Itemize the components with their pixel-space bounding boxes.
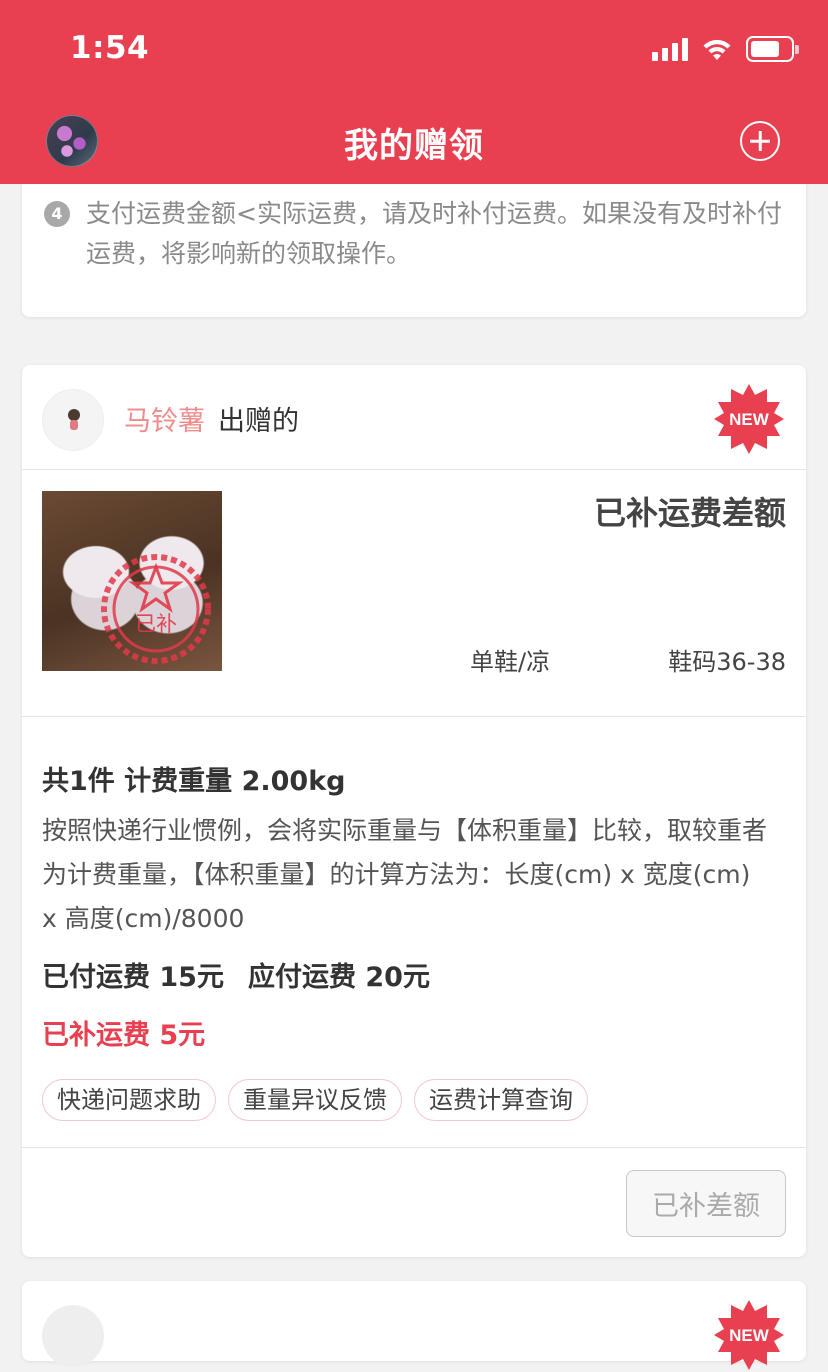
order-actions: 已补差额: [22, 1147, 806, 1257]
next-new-badge: NEW: [714, 1300, 784, 1370]
next-giver-avatar[interactable]: [42, 1305, 104, 1367]
order-card: 马铃薯 出赠的 NEW 已补 已补运费差额 单鞋/凉 鞋码36-38 共1件 计…: [22, 365, 806, 1257]
status-time: 1:54: [70, 30, 150, 66]
paid-fee: 已付运费 15元: [42, 962, 224, 993]
giver-suffix: 出赠的: [218, 406, 299, 437]
fee-line: 已付运费 15元 应付运费 20元: [42, 955, 430, 994]
giver-row[interactable]: 马铃薯 出赠的 NEW: [22, 365, 806, 470]
giver-avatar[interactable]: [42, 389, 104, 451]
status-indicators: [652, 36, 799, 62]
notice-item: 4 支付运费金额<实际运费，请及时补付运费。如果没有及时补付运费，将影响新的领取…: [44, 194, 786, 274]
item-photo[interactable]: 已补: [42, 491, 222, 671]
new-badge: NEW: [714, 384, 784, 454]
giver-name[interactable]: 马铃薯: [124, 399, 205, 438]
next-order-card: NEW: [22, 1281, 806, 1370]
paid-difference-button[interactable]: 已补差额: [626, 1170, 786, 1237]
stamp-label: 已补: [135, 612, 177, 636]
item-row[interactable]: 已补 已补运费差额 单鞋/凉 鞋码36-38: [22, 470, 806, 717]
notice-number-badge: 4: [44, 201, 70, 227]
new-badge-label: NEW: [729, 410, 770, 429]
help-tags: 快递问题求助 重量异议反馈 运费计算查询: [42, 1079, 588, 1121]
wifi-icon: [703, 39, 731, 60]
item-type: 单鞋/凉: [470, 648, 551, 676]
battery-icon: [746, 36, 799, 62]
tag-fee-calculator[interactable]: 运费计算查询: [414, 1079, 588, 1121]
add-button[interactable]: [740, 121, 780, 161]
due-fee: 应付运费 20元: [247, 962, 430, 993]
header: 1:54 我的赠领: [0, 0, 828, 184]
stamp-icon: 已补: [101, 554, 211, 664]
item-status: 已补运费差额: [593, 494, 786, 532]
extra-fee: 已补运费 5元: [42, 1020, 206, 1051]
notice-text: 支付运费金额<实际运费，请及时补付运费。如果没有及时补付运费，将影响新的领取操作…: [86, 199, 782, 268]
weight-explanation: 按照快递行业惯例，会将实际重量与【体积重量】比较，取较重者为计费重量，【体积重量…: [42, 816, 768, 933]
cellular-signal-icon: [652, 37, 688, 61]
page-title: 我的赠领: [344, 126, 484, 166]
weight-summary: 共1件 计费重量 2.00kg: [42, 766, 346, 797]
tag-shipping-help[interactable]: 快递问题求助: [42, 1079, 216, 1121]
item-size: 鞋码36-38: [668, 648, 786, 676]
next-new-badge-label: NEW: [729, 1326, 770, 1345]
tag-weight-dispute[interactable]: 重量异议反馈: [228, 1079, 402, 1121]
